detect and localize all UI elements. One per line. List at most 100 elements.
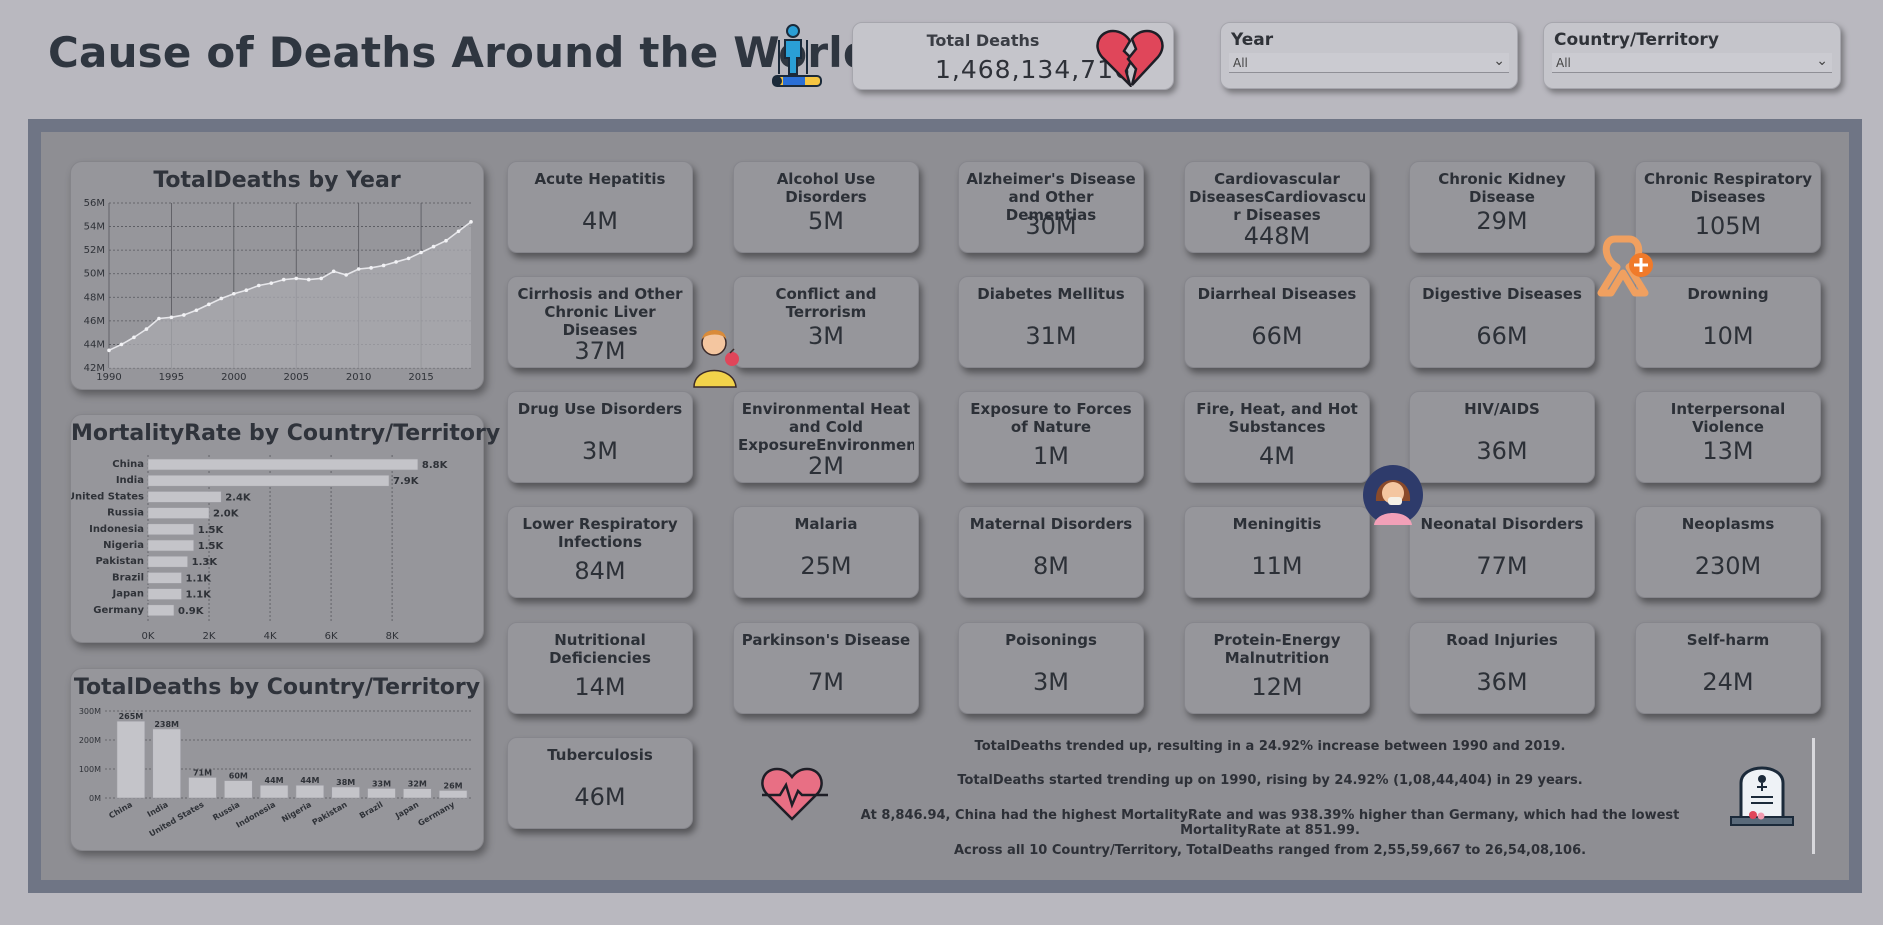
data-label: 1.5K — [198, 525, 225, 536]
country-dropdown[interactable]: All ⌄ — [1552, 53, 1832, 73]
data-label: 44M — [300, 776, 319, 785]
cause-tile-environmental-heat-and-cold-exposureenvironment[interactable]: Environmental Heat and Cold ExposureEnvi… — [733, 391, 919, 483]
cause-value: 24M — [1702, 668, 1754, 696]
category-label: United States — [71, 491, 144, 502]
cause-value: 7M — [808, 668, 844, 696]
narrative-line-2: TotalDeaths started trending up on 1990,… — [957, 773, 1583, 788]
cause-tile-neoplasms[interactable]: Neoplasms 230M — [1635, 506, 1821, 598]
cause-value: 66M — [1476, 322, 1528, 350]
deaths-by-year-chart[interactable]: 42M44M46M48M50M52M54M56M1990 1995 2000 2005… — [71, 196, 485, 391]
cause-tile-parkinson-s-disease[interactable]: Parkinson's Disease 7M — [733, 622, 919, 714]
cause-value: 36M — [1476, 437, 1528, 465]
category-label: Nigeria — [103, 540, 144, 551]
category-label: China — [107, 800, 134, 820]
cause-tile-road-injuries[interactable]: Road Injuries 36M — [1409, 622, 1595, 714]
chevron-down-icon[interactable]: ⌄ — [1493, 53, 1505, 69]
data-label: 8.8K — [422, 460, 449, 471]
bar — [224, 780, 253, 799]
cause-name: Environmental Heat and Cold ExposureEnvi… — [738, 400, 914, 454]
cause-tile-malaria[interactable]: Malaria 25M — [733, 506, 919, 598]
narrative-line-3: At 8,846.94, China had the highest Morta… — [860, 808, 1680, 838]
cause-tile-cirrhosis-and-other-chronic-liver-diseases[interactable]: Cirrhosis and Other Chronic Liver Diseas… — [507, 276, 693, 368]
cause-name: Alcohol Use Disorders — [776, 170, 876, 206]
y-tick-label: 200M — [79, 736, 101, 745]
cause-name: Diarrheal Diseases — [1197, 285, 1357, 303]
y-tick-label: 44M — [84, 339, 105, 350]
cause-tile-tuberculosis[interactable]: Tuberculosis 46M — [507, 737, 693, 829]
mortality-rate-chart[interactable]: 0K 2K 4K 6K 8K China 8.8K India 7.9K United State… — [71, 449, 485, 644]
data-label: 1.1K — [186, 590, 213, 601]
data-point — [119, 342, 124, 347]
cause-tile-digestive-diseases[interactable]: Digestive Diseases 66M — [1409, 276, 1595, 368]
total-deaths-label: Total Deaths — [926, 31, 1040, 50]
cause-name: Maternal Disorders — [969, 515, 1133, 533]
cause-tile-protein-energy-malnutrition[interactable]: Protein-Energy Malnutrition 12M — [1184, 622, 1370, 714]
cause-tile-drug-use-disorders[interactable]: Drug Use Disorders 3M — [507, 391, 693, 483]
year-dropdown[interactable]: All ⌄ — [1229, 53, 1509, 73]
cause-tile-self-harm[interactable]: Self-harm 24M — [1635, 622, 1821, 714]
bar — [367, 788, 396, 799]
cause-tile-poisonings[interactable]: Poisonings 3M — [958, 622, 1144, 714]
cause-name: Nutritional Deficiencies — [549, 631, 651, 667]
deaths-by-country-card[interactable]: TotalDeaths by Country/Territory 0M 100M 2… — [70, 668, 484, 851]
category-label: India — [146, 800, 170, 819]
broken-heart-icon — [1096, 29, 1164, 87]
data-point — [356, 267, 361, 271]
data-point — [381, 263, 386, 268]
cause-value: 66M — [1251, 322, 1303, 350]
cause-tile-drowning[interactable]: Drowning 10M — [1635, 276, 1821, 368]
data-point — [394, 260, 398, 264]
chevron-down-icon[interactable]: ⌄ — [1816, 53, 1828, 69]
cause-tile-chronic-respiratory-diseases[interactable]: Chronic Respiratory Diseases 105M — [1635, 161, 1821, 253]
cause-tile-meningitis[interactable]: Meningitis 11M — [1184, 506, 1370, 598]
cause-tile-interpersonal-violence[interactable]: Interpersonal Violence 13M — [1635, 391, 1821, 483]
cause-tile-neonatal-disorders[interactable]: Neonatal Disorders 77M — [1409, 506, 1595, 598]
bar — [188, 777, 217, 799]
cause-tile-chronic-kidney-disease[interactable]: Chronic Kidney Disease 29M — [1409, 161, 1595, 253]
cause-name: Poisonings — [1005, 631, 1097, 649]
cause-tile-alcohol-use-disorders[interactable]: Alcohol Use Disorders 5M — [733, 161, 919, 253]
mortality-rate-card[interactable]: MortalityRate by Country/Territory 0K 2K 4… — [70, 414, 501, 644]
cause-value: 29M — [1476, 207, 1528, 235]
data-point — [207, 302, 211, 307]
scrollbar[interactable] — [1812, 738, 1815, 854]
data-point — [107, 348, 111, 353]
x-tick-label: 4K — [264, 631, 277, 642]
country-slicer[interactable]: Country/Territory All ⌄ — [1543, 22, 1841, 89]
cause-tile-exposure-to-forces-of-nature[interactable]: Exposure to Forces of Nature 1M — [958, 391, 1144, 483]
cause-value: 25M — [800, 552, 852, 580]
cause-tile-nutritional-deficiencies[interactable]: Nutritional Deficiencies 14M — [507, 622, 693, 714]
data-label: 38M — [336, 778, 355, 787]
cause-tile-acute-hepatitis[interactable]: Acute Hepatitis 4M — [507, 161, 693, 253]
cause-value: 4M — [1259, 442, 1295, 470]
cause-tile-cardiovascular-diseasescardiovascula-r-diseases[interactable]: Cardiovascular DiseasesCardiovascula r D… — [1184, 161, 1370, 253]
data-label: 44M — [265, 776, 284, 785]
data-point — [219, 296, 224, 301]
cause-tile-diarrheal-diseases[interactable]: Diarrheal Diseases 66M — [1184, 276, 1370, 368]
cause-tile-fire-heat-and-hot-substances[interactable]: Fire, Heat, and Hot Substances 4M — [1184, 391, 1370, 483]
cause-tile-diabetes-mellitus[interactable]: Diabetes Mellitus 31M — [958, 276, 1144, 368]
deaths-by-year-card[interactable]: TotalDeaths by Year 42M 44M 46M 48M 50M 52M 54… — [70, 161, 484, 390]
cause-tile-conflict-and-terrorism[interactable]: Conflict and Terrorism 3M — [733, 276, 919, 368]
category-label: Nigeria — [280, 800, 313, 824]
cause-tile-hiv-aids[interactable]: HIV/AIDS 36M — [1409, 391, 1595, 483]
data-point — [319, 276, 324, 281]
data-label: 32M — [408, 780, 427, 789]
cause-tile-maternal-disorders[interactable]: Maternal Disorders 8M — [958, 506, 1144, 598]
y-tick-label: 50M — [84, 269, 105, 280]
cause-tile-alzheimer-s-disease-and-other-dementias[interactable]: Alzheimer's Disease and Other Dementias 3… — [958, 161, 1144, 253]
bar — [152, 728, 181, 799]
cause-name: Acute Hepatitis — [534, 170, 666, 188]
data-point — [157, 316, 161, 321]
heartbeat-icon — [761, 767, 828, 821]
deaths-by-country-chart[interactable]: 0M100M200M300M265MChina238MIndia71MUnite… — [71, 703, 485, 852]
cause-tile-lower-respiratory-infections[interactable]: Lower Respiratory Infections 84M — [507, 506, 693, 598]
cause-name: Chronic Kidney Disease — [1438, 170, 1566, 206]
year-slicer[interactable]: Year All ⌄ — [1220, 22, 1518, 89]
cause-value: 30M — [1025, 212, 1077, 240]
coughing-woman-icon — [1363, 465, 1423, 525]
mortality-rate-title: MortalityRate by Country/Territory — [71, 421, 501, 446]
category-label: Brazil — [112, 572, 144, 583]
cause-name: Tuberculosis — [547, 746, 653, 764]
cause-name: Conflict and Terrorism — [775, 285, 877, 321]
